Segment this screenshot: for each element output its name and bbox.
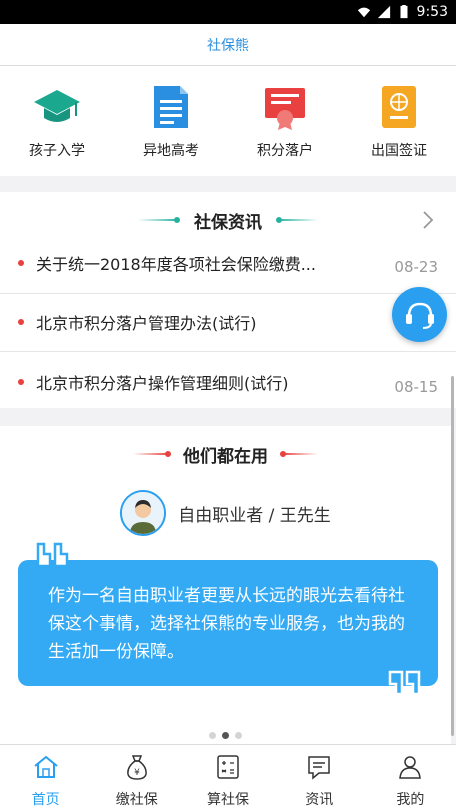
quick-actions: 孩子入学 异地高考 积分落户 出国签证 [0,66,456,176]
testimonial-section: 他们都在用 自由职业者 / 王先生 作为一名自由职业者更要从长远的眼光去看待社保… [0,426,451,744]
chevron-right-icon[interactable] [418,210,438,230]
quick-action-school[interactable]: 孩子入学 [0,66,114,176]
carousel-pager [0,732,451,739]
wifi-icon [357,7,370,18]
quick-action-label: 孩子入学 [29,143,85,159]
quick-action-hukou[interactable]: 积分落户 [228,66,342,176]
news-item[interactable]: 关于统一2018年度各项社会保险缴费... 08-23 [0,232,456,294]
quote-bubble: 作为一名自由职业者更要从长远的眼光去看待社保这个事情，选择社保熊的专业服务，也为… [18,560,438,686]
title-decoration [138,217,180,223]
signal-icon [377,5,390,19]
status-bar: 9:53 [0,0,456,24]
news-item[interactable]: 北京市积分落户管理办法(试行) [0,292,456,352]
certificate-icon [265,88,305,130]
headset-icon [405,302,434,329]
title-decoration [276,217,318,223]
bullet-icon [18,379,24,385]
scrollbar[interactable] [451,376,454,736]
quick-action-label: 异地高考 [143,143,199,159]
tab-pay[interactable]: ¥ 缴社保 [91,745,182,811]
title-decoration [133,451,171,457]
news-item-date: 08-23 [394,258,438,276]
quick-action-exam[interactable]: 异地高考 [114,66,228,176]
tab-profile[interactable]: 我的 [365,745,456,811]
open-quote-icon [36,542,69,568]
svg-text:¥: ¥ [134,768,140,778]
news-item-title: 关于统一2018年度各项社会保险缴费... [36,254,316,274]
pager-dot[interactable] [235,732,242,739]
app-title: 社保熊 [207,37,249,54]
status-time: 9:53 [416,4,448,20]
calculator-icon [217,755,239,779]
news-section: 社保资讯 关于统一2018年度各项社会保险缴费... 08-23 北京市积分落户… [0,192,456,408]
close-quote-icon [388,670,421,696]
news-item-date: 08-15 [394,378,438,396]
tab-home[interactable]: 首页 [0,745,91,811]
bottom-tab-bar: 首页 ¥ 缴社保 算社保 资讯 我的 [0,744,456,811]
testimonial-person: 自由职业者 / 王先生 [0,490,451,536]
home-icon [33,755,58,778]
pager-dot-active[interactable] [222,732,229,739]
quick-action-label: 积分落户 [257,143,313,159]
app-bar: 社保熊 [0,24,456,66]
customer-service-button[interactable] [392,287,447,342]
tab-label: 算社保 [207,792,249,808]
title-decoration [280,451,318,457]
tab-calculate[interactable]: 算社保 [182,745,273,811]
battery-icon [400,5,408,19]
news-item[interactable]: 北京市积分落户操作管理细则(试行) 08-15 [0,352,456,412]
bullet-icon [18,318,24,325]
tab-label: 资讯 [305,792,334,808]
testimonial-title: 他们都在用 [183,446,268,467]
document-icon [154,86,188,128]
tab-news[interactable]: 资讯 [274,745,365,811]
person-name: 自由职业者 / 王先生 [178,505,331,526]
quick-action-label: 出国签证 [371,143,427,159]
news-item-title: 北京市积分落户操作管理细则(试行) [36,374,289,393]
money-bag-icon: ¥ [126,755,147,780]
quick-action-visa[interactable]: 出国签证 [342,66,456,176]
bullet-icon [18,259,24,266]
tab-label: 缴社保 [115,792,158,808]
tab-label: 我的 [396,792,425,808]
pager-dot[interactable] [209,732,216,739]
quote-text: 作为一名自由职业者更要从长远的眼光去看待社保这个事情，选择社保熊的专业服务，也为… [48,586,405,662]
graduation-cap-icon [34,90,80,122]
news-icon [308,756,330,780]
person-avatar-icon [122,492,165,534]
tab-label: 首页 [31,792,60,808]
news-item-title: 北京市积分落户管理办法(试行) [36,313,257,333]
profile-icon [399,756,422,779]
passport-icon [382,86,416,128]
avatar [120,490,167,536]
testimonial-header: 他们都在用 [0,426,451,482]
news-title: 社保资讯 [194,212,262,233]
